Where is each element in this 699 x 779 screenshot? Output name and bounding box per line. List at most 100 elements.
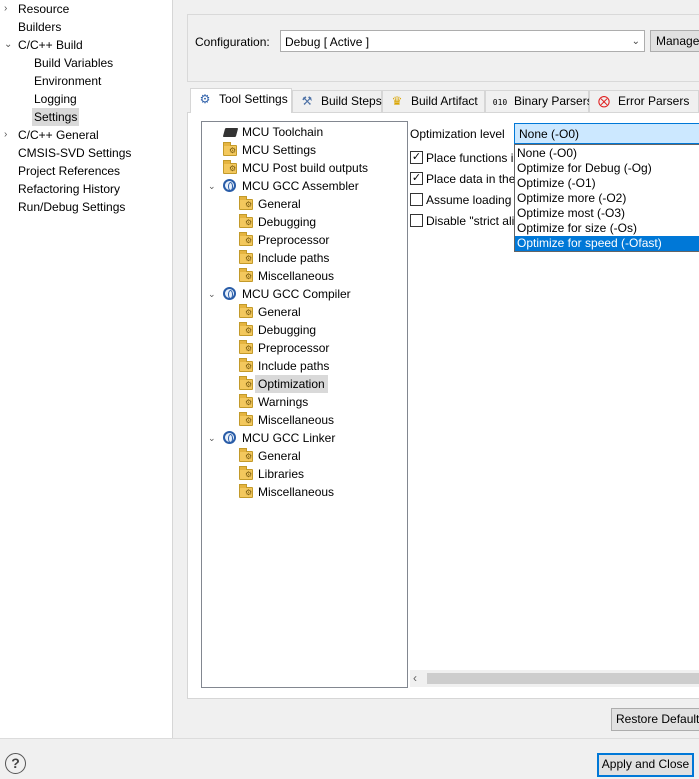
checkbox[interactable] bbox=[410, 193, 423, 206]
tree-item-mcu-toolchain[interactable]: MCU Toolchain bbox=[202, 123, 407, 141]
tree-item-ld-miscellaneous[interactable]: ⚙ Miscellaneous bbox=[202, 483, 407, 501]
chevron-right-icon[interactable]: › bbox=[4, 0, 14, 18]
tab-tool-settings[interactable]: ⚙ Tool Settings bbox=[190, 88, 292, 113]
build-steps-icon: ⚒ bbox=[301, 94, 313, 108]
tab-label: Tool Settings bbox=[219, 92, 288, 106]
tree-item-label: MCU Settings bbox=[242, 143, 317, 157]
tree-item-label: Debugging bbox=[258, 323, 317, 337]
option-ofast[interactable]: Optimize for speed (-Ofast) bbox=[515, 236, 699, 251]
tree-item-cc-include-paths[interactable]: ⚙ Include paths bbox=[202, 357, 407, 375]
nav-item-resource[interactable]: › Resource bbox=[0, 0, 173, 18]
option-debug[interactable]: Optimize for Debug (-Og) bbox=[515, 161, 699, 176]
tool-settings-tree: MCU Toolchain ⚙ MCU Settings ⚙ MCU Post bu… bbox=[201, 121, 408, 688]
option-o2[interactable]: Optimize more (-O2) bbox=[515, 191, 699, 206]
nav-item-cpp-build[interactable]: ⌄ C/C++ Build bbox=[0, 36, 173, 54]
optimization-level-dropdown-list: None (-O0) Optimize for Debug (-Og) Opti… bbox=[514, 144, 699, 252]
option-none[interactable]: None (-O0) bbox=[515, 146, 699, 161]
tree-item-cc-preprocessor[interactable]: ⚙ Preprocessor bbox=[202, 339, 407, 357]
tool-icon bbox=[222, 178, 238, 194]
nav-item-label: C/C++ General bbox=[18, 128, 99, 142]
nav-item-project-references[interactable]: Project References bbox=[0, 162, 173, 180]
optimization-level-select[interactable]: None (-O0) bbox=[514, 123, 699, 144]
tree-item-mcu-gcc-compiler[interactable]: ⌄ MCU GCC Compiler bbox=[202, 285, 407, 303]
folder-icon: ⚙ bbox=[238, 322, 254, 338]
tree-item-mcu-post-build[interactable]: ⚙ MCU Post build outputs bbox=[202, 159, 407, 177]
tree-item-asm-general[interactable]: ⚙ General bbox=[202, 195, 407, 213]
nav-item-build-variables[interactable]: Build Variables bbox=[0, 54, 173, 72]
folder-icon: ⚙ bbox=[238, 376, 254, 392]
tree-item-mcu-gcc-linker[interactable]: ⌄ MCU GCC Linker bbox=[202, 429, 407, 447]
folder-icon: ⚙ bbox=[238, 268, 254, 284]
tree-item-label: Miscellaneous bbox=[258, 413, 335, 427]
nav-item-label: Resource bbox=[18, 2, 70, 16]
chevron-down-icon[interactable]: ⌄ bbox=[208, 285, 218, 303]
optimization-level-value: None (-O0) bbox=[519, 127, 580, 141]
nav-item-label: Logging bbox=[34, 92, 77, 106]
nav-item-label: Project References bbox=[18, 164, 121, 178]
nav-item-label: Environment bbox=[34, 74, 102, 88]
tab-error-parsers[interactable]: ⨂ Error Parsers bbox=[589, 90, 699, 112]
folder-icon: ⚙ bbox=[238, 412, 254, 428]
nav-item-cpp-general[interactable]: › C/C++ General bbox=[0, 126, 173, 144]
nav-item-label: Builders bbox=[18, 20, 62, 34]
tab-label: Error Parsers bbox=[618, 94, 690, 108]
tree-item-asm-debugging[interactable]: ⚙ Debugging bbox=[202, 213, 407, 231]
nav-item-cmsis-svd[interactable]: CMSIS-SVD Settings bbox=[0, 144, 173, 162]
build-artifact-icon: ♛ bbox=[391, 94, 403, 108]
tree-item-cc-debugging[interactable]: ⚙ Debugging bbox=[202, 321, 407, 339]
tree-item-label: General bbox=[258, 197, 301, 211]
nav-item-refactoring-history[interactable]: Refactoring History bbox=[0, 180, 173, 198]
horizontal-scrollbar[interactable]: ‹ bbox=[410, 670, 699, 687]
nav-item-builders[interactable]: Builders bbox=[0, 18, 173, 36]
chevron-down-icon[interactable]: ⌄ bbox=[208, 177, 218, 195]
nav-item-settings[interactable]: Settings bbox=[0, 108, 173, 126]
restore-defaults-button[interactable]: Restore Defaults bbox=[611, 708, 699, 731]
nav-item-run-debug[interactable]: Run/Debug Settings bbox=[0, 198, 173, 216]
optimization-level-label: Optimization level bbox=[410, 127, 505, 141]
nav-item-label: C/C++ Build bbox=[18, 38, 83, 52]
tree-item-asm-include-paths[interactable]: ⚙ Include paths bbox=[202, 249, 407, 267]
folder-icon: ⚙ bbox=[238, 340, 254, 356]
folder-icon: ⚙ bbox=[238, 394, 254, 410]
folder-icon: ⚙ bbox=[222, 160, 238, 176]
checkbox-label: Place data in the bbox=[426, 172, 516, 186]
scroll-left-icon[interactable]: ‹ bbox=[413, 671, 417, 686]
configuration-value: Debug [ Active ] bbox=[285, 35, 370, 49]
checkbox[interactable]: ✓ bbox=[410, 172, 423, 185]
tree-item-label: General bbox=[258, 305, 301, 319]
tree-item-label: MCU GCC Linker bbox=[242, 431, 336, 445]
manage-configurations-button[interactable]: Manage bbox=[650, 30, 699, 52]
tab-build-steps[interactable]: ⚒ Build Steps bbox=[292, 90, 382, 112]
tree-item-mcu-gcc-assembler[interactable]: ⌄ MCU GCC Assembler bbox=[202, 177, 407, 195]
tree-item-ld-libraries[interactable]: ⚙ Libraries bbox=[202, 465, 407, 483]
tree-item-asm-miscellaneous[interactable]: ⚙ Miscellaneous bbox=[202, 267, 407, 285]
scrollbar-thumb[interactable] bbox=[427, 673, 699, 684]
tab-build-artifact[interactable]: ♛ Build Artifact bbox=[382, 90, 485, 112]
help-icon[interactable]: ? bbox=[5, 753, 26, 774]
chevron-down-icon[interactable]: ⌄ bbox=[208, 429, 218, 447]
tree-item-cc-miscellaneous[interactable]: ⚙ Miscellaneous bbox=[202, 411, 407, 429]
tree-item-mcu-settings[interactable]: ⚙ MCU Settings bbox=[202, 141, 407, 159]
chevron-down-icon[interactable]: ⌄ bbox=[4, 36, 14, 54]
nav-item-logging[interactable]: Logging bbox=[0, 90, 173, 108]
chevron-right-icon[interactable]: › bbox=[4, 126, 14, 144]
option-o3[interactable]: Optimize most (-O3) bbox=[515, 206, 699, 221]
tree-item-cc-optimization[interactable]: ⚙ Optimization bbox=[202, 375, 407, 393]
tree-item-cc-general[interactable]: ⚙ General bbox=[202, 303, 407, 321]
nav-item-environment[interactable]: Environment bbox=[0, 72, 173, 90]
tree-item-asm-preprocessor[interactable]: ⚙ Preprocessor bbox=[202, 231, 407, 249]
checkbox-label: Assume loading bbox=[426, 193, 512, 207]
checkbox[interactable]: ✓ bbox=[410, 151, 423, 164]
configuration-select[interactable]: Debug [ Active ] ⌄ bbox=[280, 30, 645, 52]
folder-icon: ⚙ bbox=[238, 358, 254, 374]
option-o1[interactable]: Optimize (-O1) bbox=[515, 176, 699, 191]
error-parsers-icon: ⨂ bbox=[598, 94, 610, 108]
tree-item-cc-warnings[interactable]: ⚙ Warnings bbox=[202, 393, 407, 411]
folder-icon: ⚙ bbox=[238, 250, 254, 266]
checkbox[interactable] bbox=[410, 214, 423, 227]
tab-binary-parsers[interactable]: 010 Binary Parsers bbox=[485, 90, 593, 112]
option-os[interactable]: Optimize for size (-Os) bbox=[515, 221, 699, 236]
tree-item-ld-general[interactable]: ⚙ General bbox=[202, 447, 407, 465]
apply-and-close-button[interactable]: Apply and Close bbox=[597, 753, 694, 777]
folder-icon: ⚙ bbox=[238, 448, 254, 464]
